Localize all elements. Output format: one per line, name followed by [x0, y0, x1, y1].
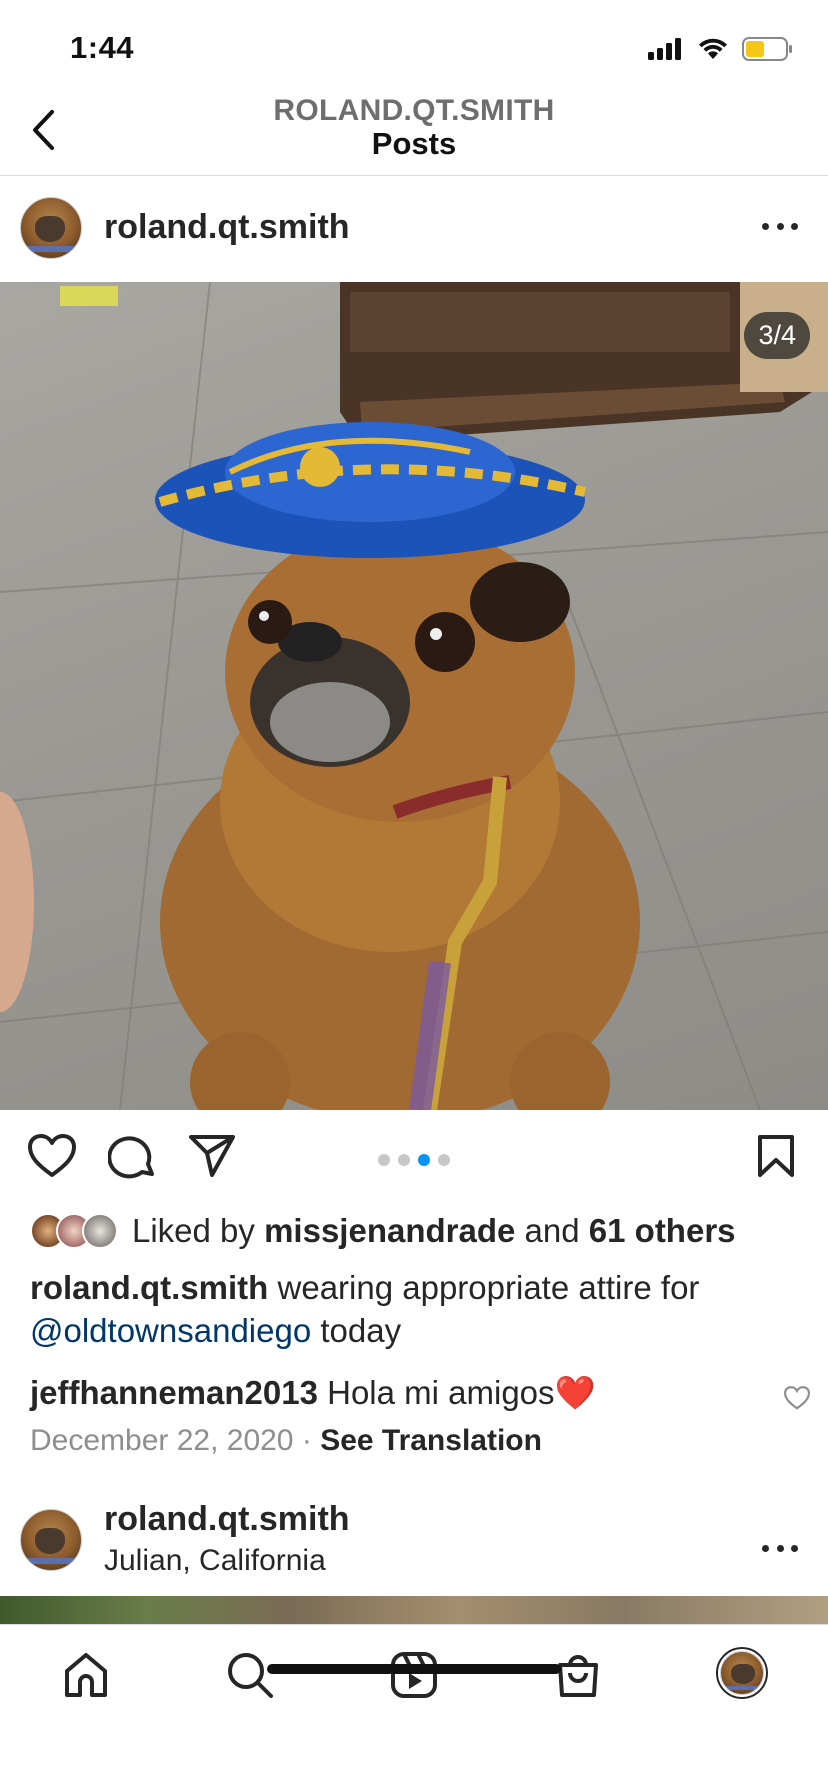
carousel-indicator	[378, 1154, 450, 1166]
tab-shop[interactable]	[552, 1649, 604, 1701]
comment-icon	[107, 1136, 154, 1179]
shop-bag-icon	[558, 1655, 598, 1697]
heart-icon	[783, 1386, 811, 1410]
next-post-location[interactable]: Julian, California	[104, 1544, 326, 1578]
signal-icon	[648, 38, 681, 60]
page-title: Posts	[371, 126, 457, 161]
bookmark-icon	[758, 1135, 794, 1177]
header-username[interactable]: ROLAND.QT.SMITH	[0, 94, 828, 128]
status-time: 1:44	[70, 30, 135, 65]
post-caption: roland.qt.smith wearing appropriate atti…	[30, 1266, 810, 1352]
caption-mention[interactable]: @oldtownsandiego	[30, 1312, 311, 1349]
carousel-dot-active	[418, 1154, 430, 1166]
liker-avatar	[82, 1213, 118, 1249]
avatar[interactable]	[20, 1509, 82, 1571]
next-post-username[interactable]: roland.qt.smith	[104, 1500, 350, 1539]
paper-plane-icon	[189, 1135, 235, 1177]
post-meta: December 22, 2020 · See Translation	[30, 1424, 542, 1458]
likes-middle: and	[524, 1212, 580, 1249]
tab-home[interactable]	[60, 1649, 112, 1701]
post-username[interactable]: roland.qt.smith	[104, 208, 350, 247]
comment-row: jeffhanneman2013 Hola mi amigos ❤️	[30, 1370, 811, 1418]
post-actions	[0, 1110, 828, 1208]
more-options-button[interactable]	[762, 1536, 798, 1560]
save-button[interactable]	[756, 1134, 796, 1183]
more-options-button[interactable]	[762, 214, 798, 238]
like-button[interactable]	[28, 1134, 76, 1183]
tab-reels[interactable]	[388, 1649, 440, 1701]
dog-photo-image	[0, 282, 828, 1110]
comment-username[interactable]: jeffhanneman2013	[30, 1374, 318, 1412]
home-indicator[interactable]	[267, 1664, 561, 1674]
avatar[interactable]	[20, 197, 82, 259]
comment-like-button[interactable]	[783, 1380, 811, 1418]
tab-profile[interactable]	[716, 1647, 768, 1699]
likes-others[interactable]: 61 others	[589, 1212, 736, 1250]
liker-username[interactable]: missjenandrade	[264, 1212, 515, 1250]
avatar	[720, 1651, 764, 1695]
comment-button[interactable]	[107, 1134, 156, 1185]
status-bar: 1:44	[0, 0, 828, 92]
post-header: roland.qt.smith	[0, 176, 828, 282]
caption-suffix: today	[320, 1312, 402, 1349]
status-icons	[648, 36, 794, 62]
carousel-dot	[398, 1154, 410, 1166]
carousel-dot	[438, 1154, 450, 1166]
bottom-tab-bar	[0, 1624, 828, 1792]
media-counter: 3/4	[744, 312, 810, 359]
reels-icon	[391, 1652, 437, 1698]
heart-icon	[28, 1134, 76, 1177]
tab-search[interactable]	[224, 1649, 276, 1701]
posts-header: ROLAND.QT.SMITH Posts	[0, 88, 828, 176]
carousel-dot	[378, 1154, 390, 1166]
meta-separator: ·	[301, 1424, 312, 1457]
likes-prefix: Liked by	[132, 1212, 255, 1249]
comment-text: Hola mi amigos	[327, 1374, 555, 1411]
wifi-icon	[699, 38, 727, 59]
likes-summary[interactable]: Liked by missjenandrade and 61 others	[30, 1208, 810, 1254]
next-post-header: roland.qt.smith Julian, California	[0, 1490, 828, 1596]
next-post-photo[interactable]	[0, 1596, 828, 1624]
post-photo[interactable]: 3/4	[0, 282, 828, 1110]
caption-text: wearing appropriate attire for	[277, 1269, 700, 1306]
battery-icon	[742, 37, 792, 61]
see-translation-link[interactable]: See Translation	[320, 1424, 542, 1457]
share-button[interactable]	[188, 1134, 236, 1183]
post-date: December 22, 2020	[30, 1424, 294, 1457]
search-icon	[228, 1653, 273, 1698]
caption-username[interactable]: roland.qt.smith	[30, 1269, 268, 1306]
home-icon	[65, 1653, 107, 1697]
liker-avatars	[30, 1213, 120, 1249]
comment-emoji: ❤️	[554, 1373, 596, 1411]
